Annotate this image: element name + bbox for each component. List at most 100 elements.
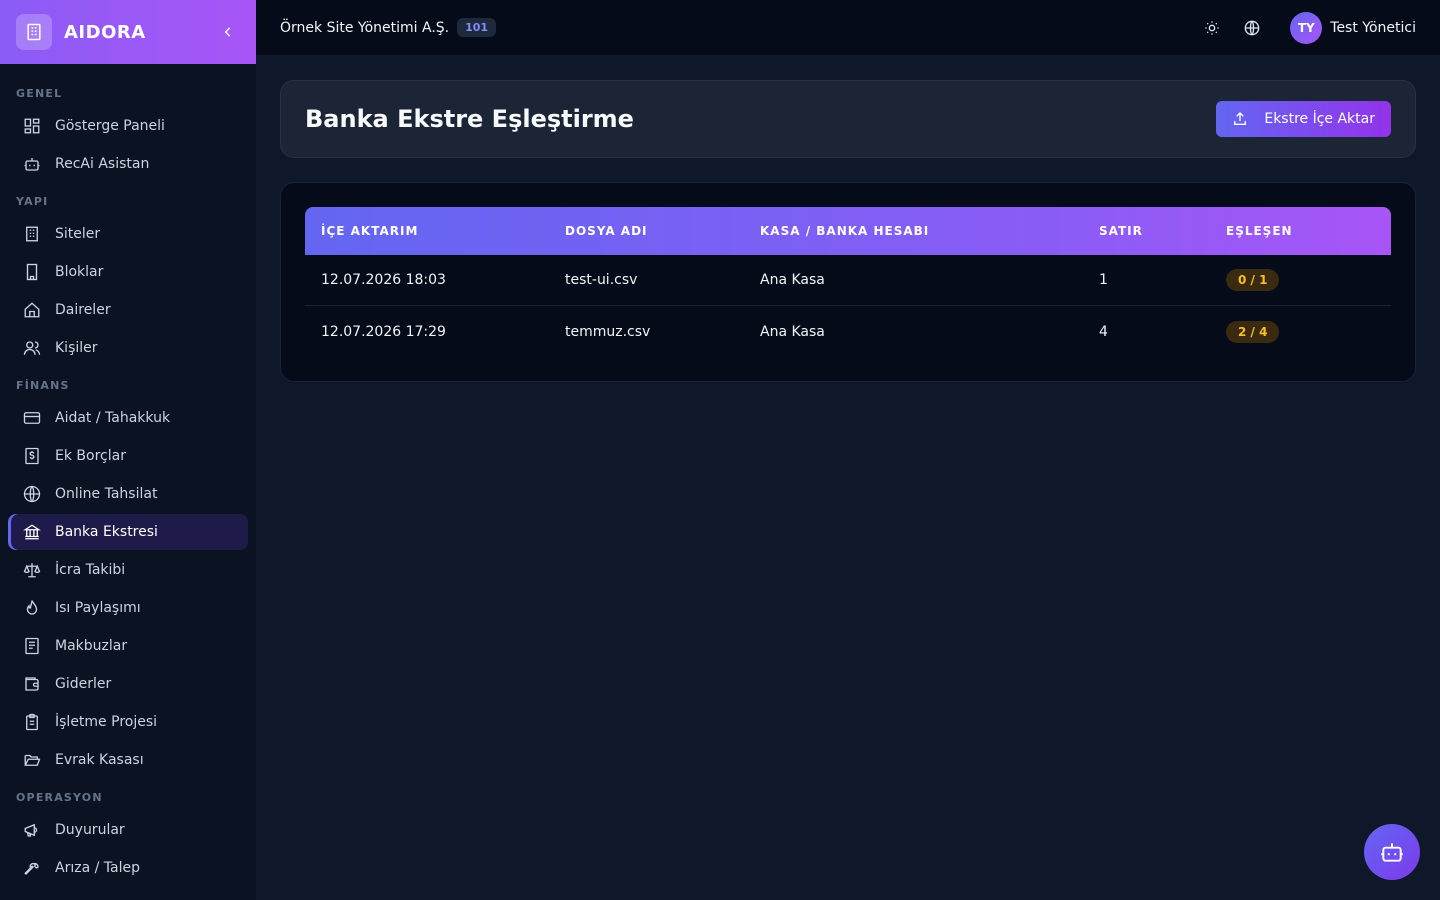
sidebar-item-label: Duyurular [55, 822, 125, 838]
cell-account: Ana Kasa [760, 272, 825, 288]
sidebar-item-daireler[interactable]: Daireler [8, 292, 248, 328]
user-menu[interactable]: TY Test Yönetici [1290, 11, 1416, 44]
sidebar-item-isletme-projesi[interactable]: İşletme Projesi [8, 704, 248, 740]
avatar: TY [1290, 11, 1323, 44]
sidebar-item-bloklar[interactable]: Bloklar [8, 254, 248, 290]
imports-table-card: İÇE AKTARIM DOSYA ADI KASA / BANKA HESAB… [280, 182, 1416, 382]
sidebar-item-online-tahsilat[interactable]: Online Tahsilat [8, 476, 248, 512]
import-statement-button[interactable]: Ekstre İçe Aktar [1216, 101, 1391, 137]
sidebar: AIDORA GENEL Gösterge Paneli RecAi Asist… [0, 0, 256, 900]
document-icon [22, 636, 42, 656]
sidebar-item-label: Arıza / Talep [55, 860, 140, 876]
sun-icon [1205, 20, 1219, 35]
import-button-label: Ekstre İçe Aktar [1264, 111, 1375, 127]
sidebar-nav: GENEL Gösterge Paneli RecAi Asistan YAPI… [0, 64, 256, 886]
sidebar-item-banka-ekstresi[interactable]: Banka Ekstresi [8, 514, 248, 550]
sidebar-item-isi-paylasimi[interactable]: Isı Paylaşımı [8, 590, 248, 626]
wallet-icon [22, 674, 42, 694]
users-icon [22, 338, 42, 358]
collapse-sidebar-button[interactable] [216, 20, 240, 44]
sidebar-item-giderler[interactable]: Giderler [8, 666, 248, 702]
organization-name[interactable]: Örnek Site Yönetimi A.Ş. [280, 20, 449, 36]
sidebar-item-label: Gösterge Paneli [55, 118, 165, 134]
cell-row-count: 4 [1099, 323, 1108, 340]
upload-icon [1232, 111, 1248, 127]
sidebar-item-label: Kişiler [55, 340, 98, 356]
sidebar-item-evrak-kasasi[interactable]: Evrak Kasası [8, 742, 248, 778]
sidebar-item-label: İşletme Projesi [55, 714, 158, 730]
section-title-genel: GENEL [16, 87, 63, 100]
sidebar-item-label: Aidat / Tahakkuk [55, 410, 171, 426]
matched-badge: 2 / 4 [1226, 320, 1280, 343]
sidebar-item-ek-borclar[interactable]: Ek Borçlar [8, 438, 248, 474]
sidebar-item-dashboard[interactable]: Gösterge Paneli [8, 108, 248, 144]
sidebar-item-makbuzlar[interactable]: Makbuzlar [8, 628, 248, 664]
sidebar-item-kisiler[interactable]: Kişiler [8, 330, 248, 366]
column-header-account[interactable]: KASA / BANKA HESABI [760, 224, 1099, 238]
theme-toggle-button[interactable] [1196, 12, 1228, 44]
wrench-icon [22, 858, 42, 878]
table-row[interactable]: 12.07.2026 18:03 test-ui.csv Ana Kasa 1 … [305, 255, 1391, 306]
bot-icon [1381, 843, 1403, 862]
sidebar-item-siteler[interactable]: Siteler [8, 216, 248, 252]
building-logo-icon [16, 14, 52, 50]
section-title-finans: FİNANS [16, 379, 70, 392]
table-row[interactable]: 12.07.2026 17:29 temmuz.csv Ana Kasa 4 2… [305, 306, 1391, 357]
sidebar-item-label: Online Tahsilat [55, 486, 158, 502]
receipt-dollar-icon [22, 446, 42, 466]
sidebar-item-label: Giderler [55, 676, 112, 692]
matched-badge: 0 / 1 [1226, 269, 1280, 291]
globe-icon [1244, 20, 1260, 35]
main-content: Banka Ekstre Eşleştirme Ekstre İçe Aktar… [280, 80, 1416, 382]
sidebar-item-label: Daireler [55, 302, 111, 318]
sidebar-item-label: Bloklar [55, 264, 104, 280]
sidebar-item-label: Evrak Kasası [55, 752, 144, 768]
sidebar-item-ariza-talep[interactable]: Arıza / Talep [8, 850, 248, 886]
building-2-icon [22, 262, 42, 282]
language-button[interactable] [1236, 12, 1268, 44]
cell-import-date: 12.07.2026 17:29 [321, 323, 446, 340]
cell-file-name: temmuz.csv [565, 323, 651, 340]
home-icon [22, 300, 42, 320]
sidebar-item-label: Banka Ekstresi [55, 524, 158, 540]
brand-header: AIDORA [0, 0, 256, 64]
page-header-card: Banka Ekstre Eşleştirme Ekstre İçe Aktar [280, 80, 1416, 158]
sidebar-item-label: Isı Paylaşımı [55, 600, 141, 616]
sidebar-item-label: Siteler [55, 226, 101, 242]
clipboard-icon [22, 712, 42, 732]
folder-open-icon [22, 750, 42, 770]
table-header: İÇE AKTARIM DOSYA ADI KASA / BANKA HESAB… [305, 207, 1391, 255]
sidebar-item-label: İcra Takibi [55, 562, 126, 578]
globe-icon [22, 484, 42, 504]
section-title-yapi: YAPI [16, 195, 49, 208]
topbar: Örnek Site Yönetimi A.Ş. 101 TY Test Yön… [256, 0, 1440, 56]
dashboard-icon [22, 116, 42, 136]
sidebar-item-label: Ek Borçlar [55, 448, 126, 464]
cell-account: Ana Kasa [760, 323, 825, 340]
sidebar-item-recai[interactable]: RecAi Asistan [8, 146, 248, 182]
cell-file-name: test-ui.csv [565, 272, 638, 288]
sidebar-item-icra-takibi[interactable]: İcra Takibi [8, 552, 248, 588]
sidebar-item-duyurular[interactable]: Duyurular [8, 812, 248, 848]
megaphone-icon [22, 820, 42, 840]
building-icon [22, 224, 42, 244]
assistant-fab-button[interactable] [1364, 824, 1420, 880]
bank-icon [22, 522, 42, 542]
page-title: Banka Ekstre Eşleştirme [305, 105, 634, 133]
sidebar-item-label: Makbuzlar [55, 638, 128, 654]
user-name: Test Yönetici [1330, 19, 1416, 36]
chevron-left-icon [224, 27, 231, 37]
credit-card-icon [22, 408, 42, 428]
sidebar-item-label: RecAi Asistan [55, 156, 150, 172]
section-title-operasyon: OPERASYON [16, 791, 103, 804]
flame-icon [22, 598, 42, 618]
cell-row-count: 1 [1099, 272, 1108, 288]
column-header-import[interactable]: İÇE AKTARIM [305, 224, 565, 238]
column-header-file[interactable]: DOSYA ADI [565, 224, 760, 238]
cell-import-date: 12.07.2026 18:03 [321, 272, 446, 288]
column-header-rows[interactable]: SATIR [1099, 224, 1226, 238]
column-header-matched[interactable]: EŞLEŞEN [1226, 224, 1391, 238]
sidebar-item-aidat[interactable]: Aidat / Tahakkuk [8, 400, 248, 436]
scale-icon [22, 560, 42, 580]
organization-badge: 101 [457, 18, 497, 37]
